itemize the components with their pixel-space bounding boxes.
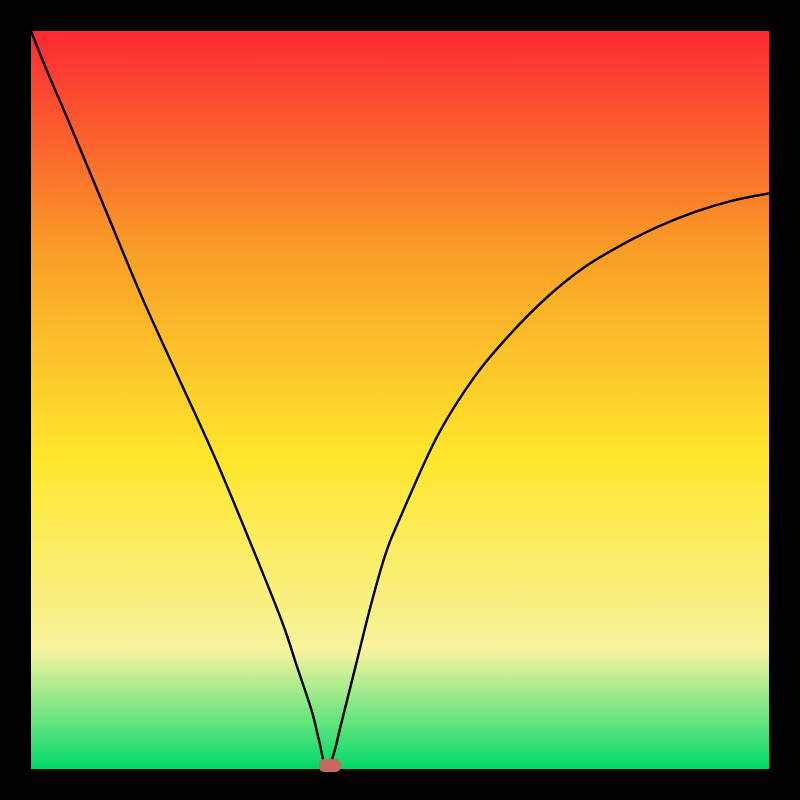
min-marker xyxy=(319,759,341,772)
chart-svg xyxy=(0,0,800,800)
plot-background xyxy=(31,31,769,769)
chart-container: TheBottlenecker.com xyxy=(0,0,800,800)
